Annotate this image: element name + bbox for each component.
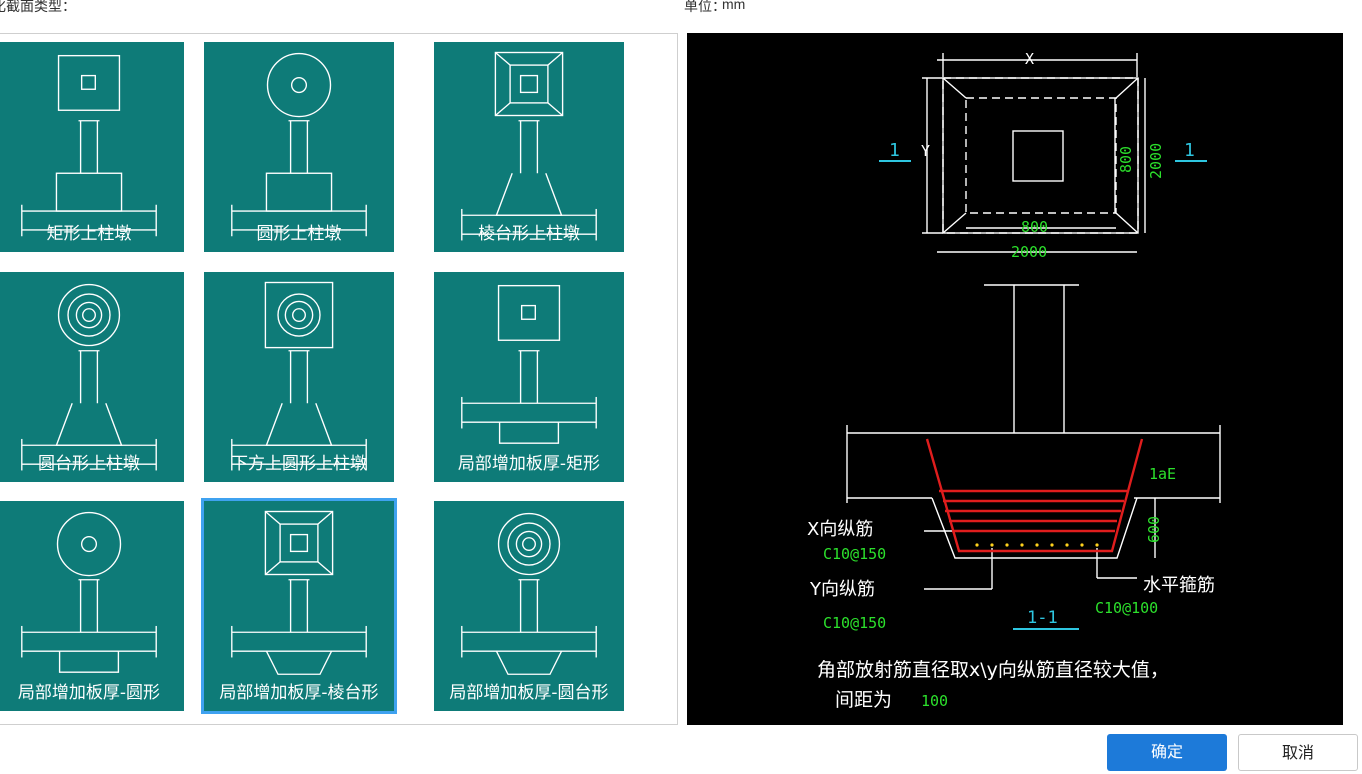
section-type-option[interactable]: 圆形上柱墩 xyxy=(204,42,394,252)
section-type-tile: 圆台形上柱墩 xyxy=(0,272,184,482)
section-type-label: 局部增加板厚-矩形 xyxy=(457,454,601,474)
outer-width-dim: 2000 xyxy=(1011,243,1047,261)
section-type-option[interactable]: 棱台形上柱墩 xyxy=(434,42,624,252)
section-type-tile: 局部增加板厚-矩形 xyxy=(434,272,624,482)
section-type-label: 局部增加板厚-棱台形 xyxy=(219,683,379,703)
section-type-label: 局部增加板厚-圆台形 xyxy=(449,683,609,703)
section-type-option[interactable]: 矩形上柱墩 xyxy=(0,42,184,252)
outer-height-dim: 2000 xyxy=(1147,143,1165,179)
section-type-tile: 局部增加板厚-圆形 xyxy=(0,501,184,711)
section-type-option[interactable]: 下方上圆形上柱墩 xyxy=(204,272,394,482)
section-type-option[interactable]: 局部增加板厚-圆台形 xyxy=(434,501,624,711)
section-type-label: 下方上圆形上柱墩 xyxy=(231,454,367,474)
section-type-option[interactable]: 局部增加板厚-圆形 xyxy=(0,501,184,711)
unit-value: mm xyxy=(722,0,746,12)
dim-x-label: X xyxy=(1025,50,1034,68)
section-type-tile: 局部增加板厚-棱台形 xyxy=(201,498,397,714)
section-type-label: 棱台形上柱墩 xyxy=(478,224,580,244)
section-type-option[interactable]: 局部增加板厚-矩形 xyxy=(434,272,624,482)
section-type-label: 局部增加板厚-圆形 xyxy=(17,683,161,703)
stirrup-label: 水平箍筋 xyxy=(1143,575,1215,596)
note-line-1: 角部放射筋直径取x\y向纵筋直径较大值， xyxy=(817,659,1169,681)
section-type-label: 圆台形上柱墩 xyxy=(38,454,140,474)
lae-label: 1aE xyxy=(1149,465,1176,483)
note-line-2-value: 100 xyxy=(921,692,948,710)
section-type-label: 化截面类型： xyxy=(0,0,76,14)
stirrup-value: C10@100 xyxy=(1095,599,1158,617)
dim-y-label: Y xyxy=(921,142,930,160)
cancel-button[interactable]: 取消 xyxy=(1238,734,1358,771)
x-bar-value: C10@150 xyxy=(823,545,886,563)
note-line-2-label: 间距为 xyxy=(835,689,892,711)
section-type-tile: 棱台形上柱墩 xyxy=(434,42,624,252)
section-type-tile: 圆形上柱墩 xyxy=(204,42,394,252)
inner-height-dim: 800 xyxy=(1117,146,1135,173)
section-type-option[interactable]: 局部增加板厚-棱台形 xyxy=(201,498,397,714)
section-preview-drawing: X Y 1 1 800 2000 800 2000 1aE 600 X向纵筋 C… xyxy=(687,33,1343,725)
section-mark-right: 1 xyxy=(1184,140,1195,161)
y-bar-value: C10@150 xyxy=(823,614,886,632)
section-title: 1-1 xyxy=(1027,608,1058,628)
inner-width-dim: 800 xyxy=(1021,218,1048,236)
confirm-button[interactable]: 确定 xyxy=(1107,734,1227,771)
section-type-grid: 矩形上柱墩 圆形上柱墩 棱台形上柱墩 圆台形上柱墩 下方上圆形上柱墩 局部增加板厚-矩形局… xyxy=(0,33,678,725)
section-type-tile: 局部增加板厚-圆台形 xyxy=(434,501,624,711)
depth-dim: 600 xyxy=(1145,516,1163,543)
section-type-label: 圆形上柱墩 xyxy=(256,224,342,244)
section-type-tile: 矩形上柱墩 xyxy=(0,42,184,252)
section-type-tile: 下方上圆形上柱墩 xyxy=(204,272,394,482)
section-mark-left: 1 xyxy=(889,140,900,161)
y-bar-label: Y向纵筋 xyxy=(809,579,875,600)
unit-label: 单位： xyxy=(684,0,726,14)
section-type-label: 矩形上柱墩 xyxy=(46,224,132,244)
x-bar-label: X向纵筋 xyxy=(807,519,873,540)
section-type-option[interactable]: 圆台形上柱墩 xyxy=(0,272,184,482)
